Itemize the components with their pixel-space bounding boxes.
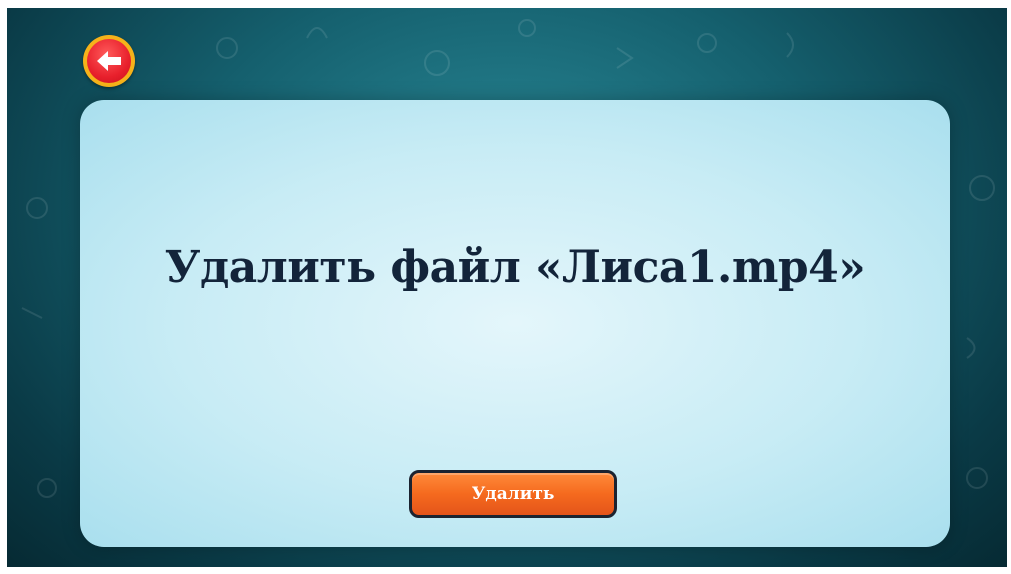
delete-button[interactable]: Удалить	[409, 470, 617, 518]
arrow-left-icon	[97, 51, 121, 71]
dialog-message: Удалить файл «Лиса1.mp4»	[164, 242, 866, 293]
back-button-face	[87, 39, 131, 83]
confirm-dialog: Удалить файл «Лиса1.mp4» Удалить	[80, 100, 950, 547]
delete-button-label: Удалить	[471, 484, 555, 504]
back-button[interactable]	[83, 35, 135, 87]
app-screen: Удалить файл «Лиса1.mp4» Удалить	[7, 8, 1007, 567]
